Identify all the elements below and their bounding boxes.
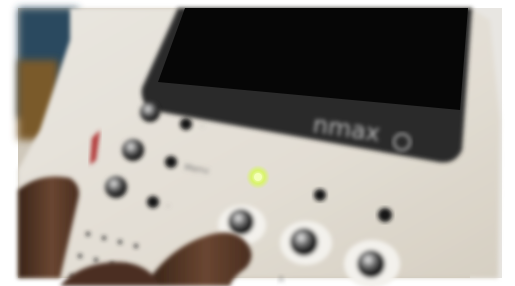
status-led: [246, 165, 270, 189]
indicator-dot-3: [147, 196, 159, 208]
side-button-1[interactable]: [140, 102, 160, 122]
main-button-1[interactable]: [228, 209, 254, 235]
indicator-dot-4: [314, 189, 326, 201]
main-button-2[interactable]: [290, 228, 318, 256]
indicator-dot-5: [378, 208, 392, 222]
indicator-dot-2: [165, 156, 177, 168]
main-button-3[interactable]: [357, 250, 385, 278]
indicator-label-1: ◦: [200, 122, 205, 131]
side-button-2[interactable]: [122, 139, 144, 161]
bottom-label: A: [278, 275, 285, 285]
indicator-dot-1: [180, 118, 192, 130]
device-photo: nmax ◦ Menu – A: [0, 0, 515, 286]
side-button-3[interactable]: [105, 176, 127, 198]
indicator-label-3: –: [166, 201, 170, 210]
